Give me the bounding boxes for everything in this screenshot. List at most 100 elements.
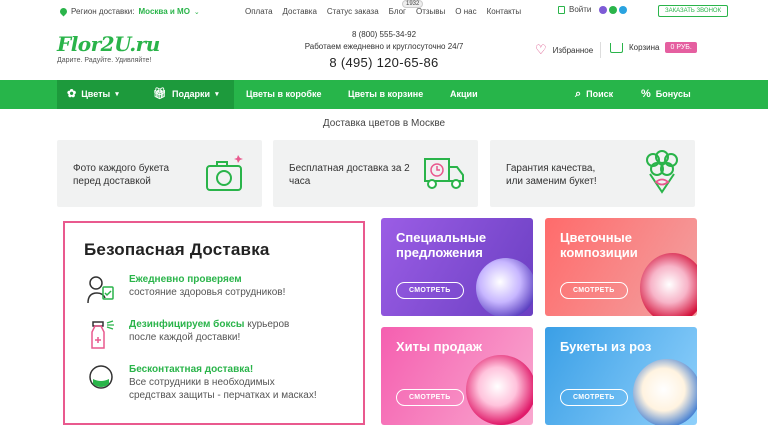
favorites-link[interactable]: ♡ Избранное [535,42,593,58]
mask-icon [89,365,113,389]
link-contacts[interactable]: Контакты [487,7,522,16]
promo-bestsellers[interactable]: Хиты продаж СМОТРЕТЬ [381,327,533,425]
nav-sales[interactable]: Акции [450,80,478,109]
logo-tagline: Дарите. Радуйте. Удивляйте! [57,57,152,64]
chevron-down-icon: ▾ [115,91,119,98]
callback-button[interactable]: ЗАКАЗАТЬ ЗВОНОК [658,5,729,17]
chevron-down-icon: ▾ [215,91,219,98]
location-pin-icon [58,6,69,17]
divider [600,42,601,58]
feature-guarantee-text: Гарантия качества, или заменим букет! [506,162,597,188]
safe-row-contactless-text: Бесконтактная доставка! Все сотрудники в… [129,363,317,402]
phone-moscow[interactable]: 8 (495) 120-65-86 [284,55,484,70]
nav-search-label: Поиск [586,89,614,99]
promo-compositions[interactable]: Цветочные композиции СМОТРЕТЬ [545,218,697,316]
login-link[interactable]: Войти [558,5,628,14]
promo-bestsellers-title: Хиты продаж [396,339,483,354]
top-links: Оплата Доставка Статус заказа Блог Отзыв… [245,7,521,16]
nav-flowers-in-basket[interactable]: Цветы в корзине [348,80,423,109]
viber-icon[interactable] [599,5,608,14]
promo-rose-bouquets[interactable]: Букеты из роз СМОТРЕТЬ [545,327,697,425]
link-order-status[interactable]: Статус заказа [327,7,379,16]
cart-icon [610,42,623,53]
safe-delivery-block: Безопасная Доставка Ежедневно проверяем … [63,221,365,425]
feature-photo: Фото каждого букета перед доставкой [57,140,262,207]
promo-special-offers[interactable]: Специальные предложения СМОТРЕТЬ [381,218,533,316]
region-selector[interactable]: Регион доставки: Москва и МО ⌄ [58,6,200,17]
promo-special-title-2: предложения [396,245,483,260]
bouquet-image [476,258,533,316]
whatsapp-icon[interactable] [609,5,618,14]
contacts: 8 (800) 555-34-92 Работаем ежедневно и к… [284,30,484,70]
safe-row1-bold: Ежедневно проверяем [129,274,242,285]
spray-bottle-icon [91,320,114,349]
promo-compositions-title-2: композиции [560,245,638,260]
nav-search[interactable]: ⌕ Поиск [575,80,613,109]
search-icon: ⌕ [575,88,582,100]
safe-row3-bold: Бесконтактная доставка! [129,364,254,375]
bouquet-icon [646,150,678,194]
logo-name: Flor2U.ru [57,32,160,56]
feature-photo-line1: Фото каждого букета [73,163,170,174]
nav-flowers-in-box[interactable]: Цветы в коробке [246,80,321,109]
link-delivery[interactable]: Доставка [283,7,317,16]
telegram-icon[interactable] [619,5,628,14]
top-bar: Регион доставки: Москва и МО ⌄ Оплата До… [0,0,768,24]
nav-bonuses[interactable]: % Бонусы [641,80,691,109]
chevron-down-icon: ⌄ [193,8,200,16]
nav-bonuses-label: Бонусы [655,89,691,99]
health-check-icon [87,276,114,304]
phone-toll-free[interactable]: 8 (800) 555-34-92 [284,30,484,39]
percent-icon: % [641,88,651,100]
roses-image [633,359,697,425]
truck-icon [424,158,464,189]
bouquet-image [466,355,533,425]
gift-icon: 🎁︎ [153,88,167,100]
feature-guarantee-line2: или заменим букет! [506,176,597,187]
camera-icon [206,155,243,191]
link-blog[interactable]: Блог [389,7,406,16]
link-payment[interactable]: Оплата [245,7,273,16]
cart-link[interactable]: Корзина 0 РУБ. [610,42,697,53]
promo-special-title: Специальные предложения [396,230,486,260]
main-nav: ✿ Цветы ▾ 🎁︎ Подарки ▾ Цветы в коробке Ц… [0,80,768,109]
feature-photo-text: Фото каждого букета перед доставкой [73,162,169,188]
safe-row-disinfection: Дезинфицируем боксы курьеров после каждо… [85,318,289,350]
nav-flowers-label: Цветы [81,89,111,99]
promo-roses-title: Букеты из роз [560,339,652,354]
reviews-count-badge: 1932 [402,0,424,8]
promo-bestsellers-button[interactable]: СМОТРЕТЬ [396,389,464,406]
heart-icon: ♡ [535,42,547,57]
flower-icon: ✿ [67,88,77,100]
promo-roses-button[interactable]: СМОТРЕТЬ [560,389,628,406]
safe-row-health-check-text: Ежедневно проверяем состояние здоровья с… [129,273,285,305]
feature-delivery-text: Бесплатная доставка за 2 часа [289,162,410,188]
safe-row-contactless: Бесконтактная доставка! Все сотрудники в… [85,363,317,402]
safe-row2-rest: курьеров [244,319,290,330]
nav-gifts-label: Подарки [171,89,211,99]
feature-delivery-line2: часа [289,176,311,187]
link-about[interactable]: О нас [455,7,476,16]
nav-gifts[interactable]: 🎁︎ Подарки ▾ [143,80,234,109]
nav-flowers[interactable]: ✿ Цветы ▾ [57,80,143,109]
region-value[interactable]: Москва и МО [139,7,190,16]
safe-row2-extra: после каждой доставки! [129,332,241,343]
feature-guarantee-line1: Гарантия качества, [506,163,596,174]
promo-compositions-title-1: Цветочные [560,230,632,245]
feature-free-delivery: Бесплатная доставка за 2 часа [273,140,478,207]
favorites-label: Избранное [552,45,594,55]
safe-row-health-check: Ежедневно проверяем состояние здоровья с… [85,273,285,305]
heart-bouquet-image [640,253,697,316]
link-reviews[interactable]: Отзывы [416,7,445,16]
safe-row3-extra: средствах защиты - перчатках и масках! [129,390,317,401]
page-subtitle: Доставка цветов в Москве [322,118,446,129]
feature-delivery-line1: Бесплатная доставка за 2 [289,163,410,174]
login-label: Войти [569,5,592,14]
safe-row-disinfection-text: Дезинфицируем боксы курьеров после каждо… [129,318,289,350]
promo-special-title-1: Специальные [396,230,487,245]
promo-compositions-button[interactable]: СМОТРЕТЬ [560,282,628,299]
region-label: Регион доставки: [71,7,135,16]
cart-amount-badge: 0 РУБ. [665,42,697,53]
logo[interactable]: Flor2U.ru Дарите. Радуйте. Удивляйте! [57,32,160,64]
promo-special-button[interactable]: СМОТРЕТЬ [396,282,464,299]
